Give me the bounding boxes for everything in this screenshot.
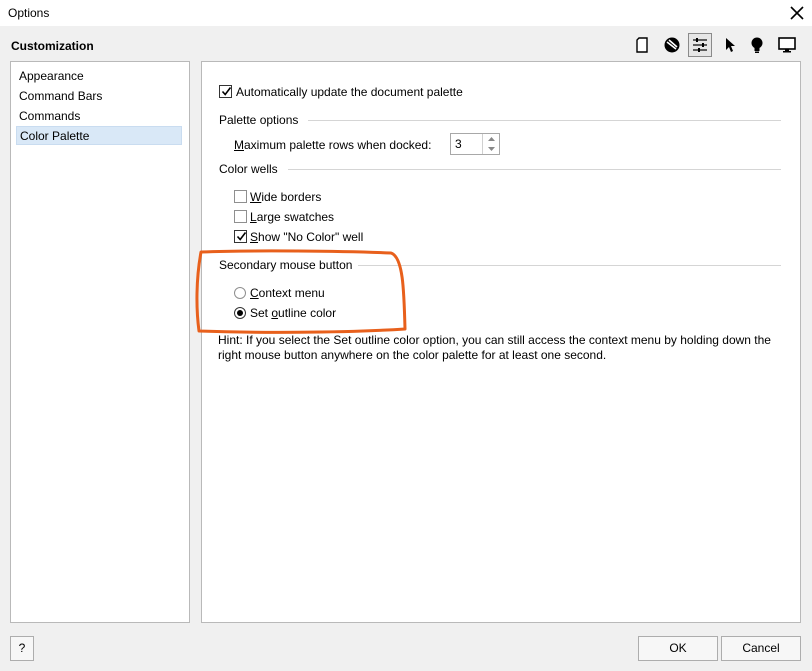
section-title: Customization xyxy=(11,39,94,53)
auto-update-label: Automatically update the document palett… xyxy=(236,85,463,99)
hint-text: Hint: If you select the Set outline colo… xyxy=(218,333,771,362)
sliders-icon[interactable] xyxy=(688,33,712,57)
stepper-up-button[interactable] xyxy=(483,134,499,144)
max-rows-value: 3 xyxy=(455,137,462,151)
chevron-up-icon xyxy=(487,137,495,141)
tree-item-commands[interactable]: Commands xyxy=(16,107,182,126)
tree-item-command-bars[interactable]: Command Bars xyxy=(16,87,182,106)
chevron-down-icon xyxy=(487,147,495,151)
checkmark-icon xyxy=(236,232,247,241)
ok-button[interactable]: OK xyxy=(638,636,718,661)
lightbulb-icon[interactable] xyxy=(745,33,769,57)
tree-item-color-palette[interactable]: Color Palette xyxy=(16,126,182,145)
large-swatches-checkbox[interactable] xyxy=(234,210,247,223)
group-divider xyxy=(288,169,781,170)
close-button[interactable] xyxy=(786,2,808,24)
color-wells-title: Color wells xyxy=(219,162,278,176)
tree-item-appearance[interactable]: Appearance xyxy=(16,67,182,86)
cancel-button[interactable]: Cancel xyxy=(721,636,801,661)
show-no-color-checkbox[interactable] xyxy=(234,230,247,243)
group-divider xyxy=(358,265,781,266)
close-icon xyxy=(790,6,804,20)
group-divider xyxy=(308,120,781,121)
auto-update-checkbox[interactable] xyxy=(219,85,232,98)
stepper-buttons xyxy=(482,134,499,154)
max-rows-stepper[interactable]: 3 xyxy=(450,133,500,155)
show-no-color-label: Show "No Color" well xyxy=(250,230,364,244)
window-title: Options xyxy=(8,6,50,20)
max-rows-label: Maximum palette rows when docked: xyxy=(234,138,432,152)
globe-icon[interactable] xyxy=(660,33,684,57)
title-bar: Options xyxy=(0,0,812,26)
palette-options-title: Palette options xyxy=(219,113,299,127)
checkmark-icon xyxy=(221,87,232,96)
wide-borders-checkbox[interactable] xyxy=(234,190,247,203)
category-tree: Appearance Command Bars Commands Color P… xyxy=(10,61,190,623)
annotation-highlight xyxy=(195,249,407,334)
wide-borders-label: Wide borders xyxy=(250,190,322,204)
monitor-icon[interactable] xyxy=(775,33,799,57)
help-button[interactable]: ? xyxy=(10,636,34,661)
large-swatches-label: Large swatches xyxy=(250,210,335,224)
document-icon[interactable] xyxy=(630,33,654,57)
stepper-down-button[interactable] xyxy=(483,144,499,154)
cursor-icon[interactable] xyxy=(718,33,742,57)
